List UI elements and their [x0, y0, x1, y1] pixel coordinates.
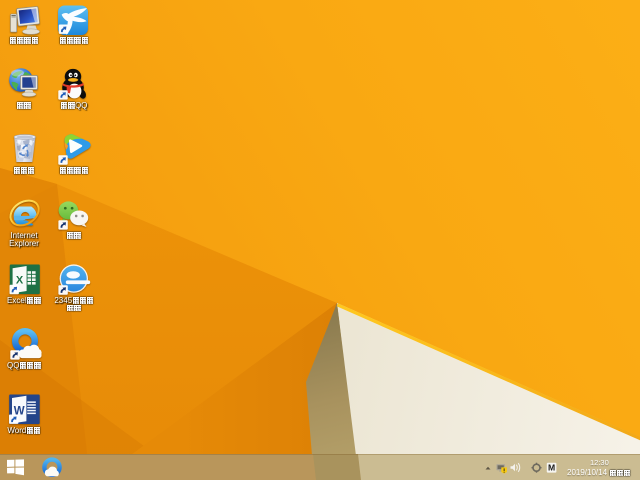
svg-text:M: M [548, 463, 555, 473]
